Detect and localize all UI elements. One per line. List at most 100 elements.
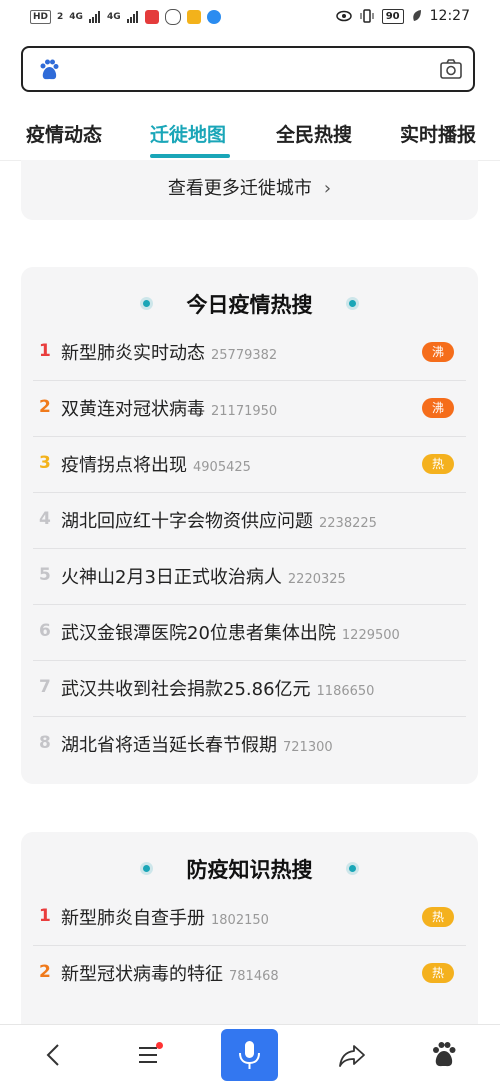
boiling-badge: 沸 <box>422 342 454 362</box>
back-arrow-icon[interactable] <box>38 1039 70 1071</box>
signal-2: 4G <box>106 12 121 22</box>
search-count: 721300 <box>283 740 333 755</box>
more-link-label: 查看更多迁徙城市 <box>167 178 312 199</box>
item-title-wrap: 新型肺炎自查手册 1802150 <box>61 904 269 930</box>
notification-dot <box>156 1042 163 1049</box>
search-count: 2238225 <box>319 516 377 531</box>
vibrate-icon <box>360 9 374 23</box>
status-left: HD 2 4G 4G <box>30 9 221 25</box>
leaf-icon <box>412 10 421 21</box>
item-title: 武汉金银潭医院20位患者集体出院 <box>61 623 336 644</box>
rank-number: 8 <box>39 733 51 753</box>
clock: 12:27 <box>429 8 470 24</box>
rank-number: 4 <box>39 509 51 529</box>
more-migration-cities-link[interactable]: 查看更多迁徙城市 › <box>21 174 478 200</box>
hot-badge: 热 <box>422 963 454 983</box>
list-item[interactable]: 2 新型冠状病毒的特征 781468 热 <box>33 946 466 1002</box>
item-title-wrap: 双黄连对冠状病毒 21171950 <box>61 395 277 421</box>
browser-icon <box>206 10 221 24</box>
bottom-navigation <box>0 1024 500 1084</box>
search-count: 1229500 <box>341 628 400 643</box>
search-count: 21171950 <box>211 404 278 419</box>
search-count: 2220325 <box>287 572 346 587</box>
baidu-paw-icon[interactable] <box>428 1039 460 1071</box>
item-title: 新型冠状病毒的特征 <box>61 964 223 985</box>
migration-card: 查看更多迁徙城市 › <box>21 160 478 220</box>
signal-bars-icon <box>88 11 100 23</box>
rank-number: 1 <box>39 906 51 926</box>
rank-number: 7 <box>39 677 51 697</box>
card-title: 今日疫情热搜 <box>186 293 313 317</box>
microphone-icon <box>239 1041 260 1069</box>
card-title: 防疫知识热搜 <box>186 858 313 882</box>
chevron-right-icon: › <box>323 178 332 199</box>
tab-migration-map[interactable]: 迁徙地图 <box>150 120 226 147</box>
rank-number: 1 <box>39 341 51 361</box>
hot-badge: 热 <box>422 907 454 927</box>
share-icon[interactable] <box>336 1039 368 1071</box>
voice-search-button[interactable] <box>221 1029 278 1081</box>
list-item[interactable]: 3 疫情拐点将出现 4905425 热 <box>33 437 466 493</box>
tab-national-hot-search[interactable]: 全民热搜 <box>276 120 352 147</box>
item-title-wrap: 武汉金银潭医院20位患者集体出院 1229500 <box>61 619 400 645</box>
tab-epidemic-news[interactable]: 疫情动态 <box>26 120 102 147</box>
signal-bars-icon <box>126 11 138 23</box>
item-title: 武汉共收到社会捐款25.86亿元 <box>61 679 311 700</box>
list-item[interactable]: 1 新型肺炎自查手册 1802150 热 <box>33 890 466 946</box>
hd-indicator: HD <box>30 10 52 24</box>
search-bar[interactable] <box>21 46 475 92</box>
item-title-wrap: 湖北省将适当延长春节假期 721300 <box>61 731 333 757</box>
item-title: 疫情拐点将出现 <box>61 455 187 476</box>
hot-badge: 热 <box>422 454 454 474</box>
status-right: 90 12:27 <box>335 8 470 24</box>
battery-level: 90 <box>381 8 404 24</box>
list-item[interactable]: 5 火神山2月3日正式收治病人 2220325 <box>33 549 466 605</box>
sim-indicator: 2 <box>57 12 64 22</box>
signal-1: 4G <box>69 12 83 22</box>
item-title: 新型肺炎实时动态 <box>61 343 205 364</box>
title-dot-right <box>346 862 359 875</box>
list-item[interactable]: 1 新型肺炎实时动态 25779382 沸 <box>33 325 466 381</box>
item-title-wrap: 新型冠状病毒的特征 781468 <box>61 960 279 986</box>
item-title: 湖北省将适当延长春节假期 <box>61 735 277 756</box>
active-tab-indicator <box>150 154 230 158</box>
item-title-wrap: 武汉共收到社会捐款25.86亿元 1186650 <box>61 675 374 701</box>
search-count: 4905425 <box>193 460 251 475</box>
rank-number: 3 <box>39 453 51 473</box>
search-count: 1802150 <box>211 913 269 928</box>
eye-icon <box>335 10 352 22</box>
list-item[interactable]: 4 湖北回应红十字会物资供应问题 2238225 <box>33 493 466 549</box>
search-input[interactable] <box>73 56 417 84</box>
item-title: 新型肺炎自查手册 <box>61 908 205 929</box>
item-title-wrap: 疫情拐点将出现 4905425 <box>61 451 251 477</box>
rank-number: 2 <box>39 962 51 982</box>
rank-number: 6 <box>39 621 51 641</box>
rank-number: 2 <box>39 397 51 417</box>
status-bar: HD 2 4G 4G 90 12:27 <box>0 0 500 34</box>
tab-live-broadcast[interactable]: 实时播报 <box>400 120 476 147</box>
item-title-wrap: 火神山2月3日正式收治病人 2220325 <box>61 563 346 589</box>
item-title: 火神山2月3日正式收治病人 <box>61 567 282 588</box>
baidu-paw-icon <box>40 59 59 80</box>
item-title: 双黄连对冠状病毒 <box>61 399 205 420</box>
prevention-hot-search-card: 防疫知识热搜 1 新型肺炎自查手册 1802150 热 2 新型冠状病毒的特征 781468… <box>21 832 478 1042</box>
item-title: 湖北回应红十字会物资供应问题 <box>61 511 313 532</box>
menu-button[interactable] <box>133 1039 165 1071</box>
boiling-badge: 沸 <box>422 398 454 418</box>
today-hot-search-card: 今日疫情热搜 1 新型肺炎实时动态 25779382 沸 2 双黄连对冠状病毒 211719… <box>21 267 478 784</box>
tab-bar: 疫情动态 迁徙地图 全民热搜 实时播报 <box>0 108 500 161</box>
mail-icon <box>186 10 201 24</box>
rank-number: 5 <box>39 565 51 585</box>
item-title-wrap: 湖北回应红十字会物资供应问题 2238225 <box>61 507 377 533</box>
list-item[interactable]: 8 湖北省将适当延长春节假期 721300 <box>33 717 466 773</box>
item-title-wrap: 新型肺炎实时动态 25779382 <box>61 339 277 365</box>
search-count: 1186650 <box>316 684 375 699</box>
camera-icon[interactable] <box>439 58 463 80</box>
title-dot-right <box>346 297 359 310</box>
list-item[interactable]: 7 武汉共收到社会捐款25.86亿元 1186650 <box>33 661 466 717</box>
search-count: 25779382 <box>211 348 278 363</box>
app-notification-icon <box>144 10 159 24</box>
list-item[interactable]: 2 双黄连对冠状病毒 21171950 沸 <box>33 381 466 437</box>
list-item[interactable]: 6 武汉金银潭医院20位患者集体出院 1229500 <box>33 605 466 661</box>
wechat-icon <box>164 9 181 25</box>
